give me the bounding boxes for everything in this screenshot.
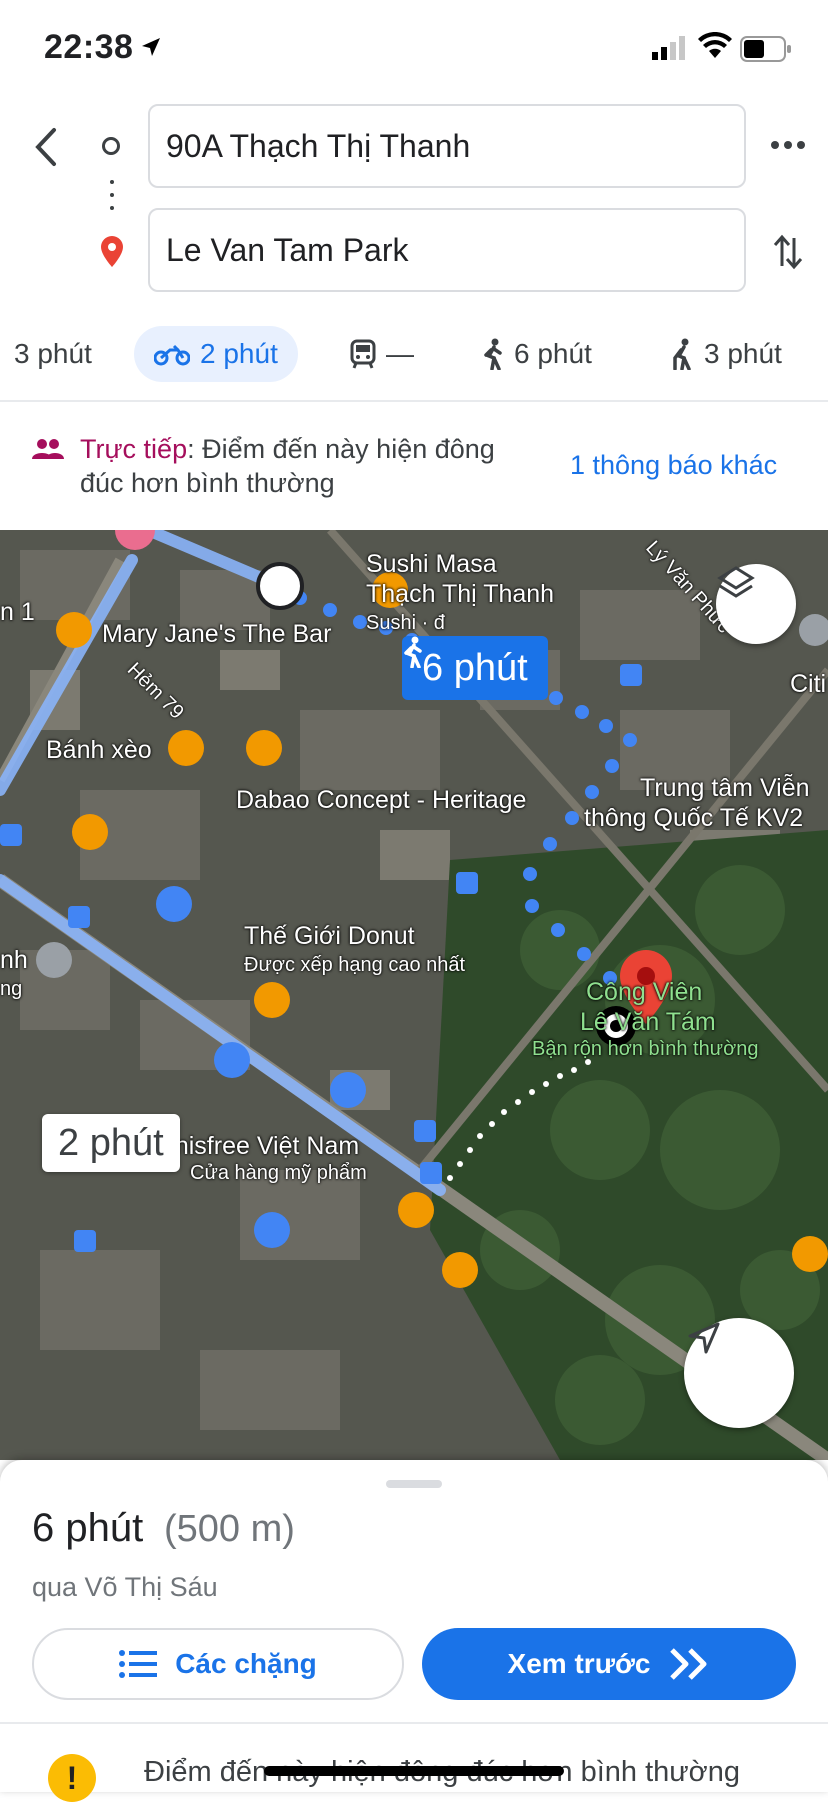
tab-walk-label: 6 phút bbox=[514, 338, 592, 369]
tab-ride[interactable]: 3 phút bbox=[670, 326, 782, 382]
recenter-button[interactable] bbox=[684, 1318, 794, 1428]
poi-label: Citi bbox=[790, 670, 827, 698]
ride-icon bbox=[673, 338, 691, 370]
poi-label: Innisfree Việt Nam bbox=[154, 1132, 360, 1160]
alert-line1: : Điểm đến này hiện đông bbox=[187, 434, 495, 464]
park-busy-label: Bận rộn hơn bình thường bbox=[532, 1038, 759, 1060]
more-notices-link[interactable]: 1 thông báo khác bbox=[570, 450, 777, 481]
back-arrow-icon[interactable] bbox=[28, 122, 68, 172]
alert-message: Trực tiếp: Điểm đến này hiện đông đúc hơ… bbox=[80, 432, 550, 500]
poi-sublabel: Sushi · đ bbox=[366, 612, 445, 634]
route-duration: 6 phút bbox=[32, 1506, 144, 1550]
motorbike-duration-badge[interactable]: 2 phút bbox=[42, 1114, 180, 1172]
tab-motorbike[interactable]: 2 phút bbox=[134, 326, 298, 382]
alert-line2: đúc hơn bình thường bbox=[80, 468, 335, 498]
park-label: Công Viên bbox=[586, 978, 703, 1006]
tab-transit-label: — bbox=[386, 338, 414, 369]
poi-sublabel: Được xếp hạng cao nhất bbox=[244, 954, 466, 976]
poi-label: ng bbox=[0, 978, 23, 1000]
home-indicator[interactable] bbox=[264, 1766, 564, 1776]
route-sheet[interactable]: 6 phút (500 m) qua Võ Thị Sáu Các chặng … bbox=[0, 1460, 828, 1802]
route-distance: (500 m) bbox=[164, 1508, 295, 1550]
layers-button[interactable] bbox=[716, 564, 796, 644]
walk-icon bbox=[404, 636, 422, 668]
tab-transit[interactable]: — bbox=[350, 326, 414, 382]
people-icon bbox=[32, 439, 64, 459]
tab-walk[interactable]: 6 phút bbox=[482, 326, 592, 382]
poi-label: Bánh xèo bbox=[46, 736, 152, 764]
alert-live-label: Trực tiếp bbox=[80, 434, 188, 464]
navigation-arrow-icon bbox=[688, 1322, 720, 1354]
battery-icon bbox=[740, 36, 791, 62]
travel-mode-tabs: 3 phút 2 phút — 6 phút 3 phút bbox=[0, 326, 828, 386]
poi-label: Dabao Concept - Heritage bbox=[236, 786, 527, 814]
poi-label: Sushi Masa bbox=[366, 550, 497, 578]
more-options-icon[interactable] bbox=[770, 140, 806, 150]
cellular-signal-icon bbox=[652, 36, 685, 60]
poi-label: nh bbox=[0, 946, 28, 974]
double-chevron-icon bbox=[670, 1648, 707, 1680]
wifi-icon bbox=[698, 32, 732, 58]
poi-label: Mary Jane's The Bar bbox=[102, 620, 332, 648]
tab-ride-label: 3 phút bbox=[704, 338, 782, 369]
list-icon bbox=[119, 1650, 158, 1678]
location-arrow-icon bbox=[142, 38, 160, 56]
poi-label: Thạch Thị Thanh bbox=[366, 580, 555, 608]
layers-icon bbox=[717, 566, 755, 598]
swap-icon[interactable] bbox=[772, 232, 804, 272]
poi-label: Trung tâm Viễn bbox=[640, 774, 810, 802]
motorbike-icon bbox=[154, 344, 190, 366]
route-dots-icon bbox=[110, 180, 114, 219]
poi-label: thông Quốc Tế KV2 bbox=[584, 804, 804, 832]
tab-motorbike-label: 2 phút bbox=[200, 338, 278, 369]
transit-icon bbox=[350, 339, 376, 369]
origin-circle-icon bbox=[102, 137, 120, 155]
warning-icon: ! bbox=[48, 1754, 96, 1802]
steps-button-label: Các chặng bbox=[175, 1648, 317, 1679]
poi-sublabel: Cửa hàng mỹ phẩm bbox=[190, 1162, 367, 1184]
live-alert[interactable]: Trực tiếp: Điểm đến này hiện đông đúc hơ… bbox=[0, 402, 828, 530]
walk-badge-label: 6 phút bbox=[422, 647, 528, 689]
tab-car[interactable]: 3 phút bbox=[14, 326, 92, 382]
status-bar: 22:38 bbox=[0, 0, 828, 100]
walk-duration-badge[interactable]: 6 phút bbox=[402, 636, 548, 700]
destination-pin-icon bbox=[101, 236, 123, 267]
origin-input[interactable]: 90A Thạch Thị Thanh bbox=[148, 104, 746, 188]
map-view[interactable]: Sushi Masa Thạch Thị Thanh Sushi · đ Mar… bbox=[0, 530, 828, 1460]
status-time: 22:38 bbox=[44, 28, 134, 66]
steps-button[interactable]: Các chặng bbox=[32, 1628, 404, 1700]
tab-car-label: 3 phút bbox=[14, 338, 92, 369]
poi-label: Thế Giới Donut bbox=[244, 922, 415, 950]
destination-input[interactable]: Le Van Tam Park bbox=[148, 208, 746, 292]
poi-label: n 1 bbox=[0, 598, 35, 626]
preview-button-label: Xem trước bbox=[507, 1648, 651, 1679]
route-via: qua Võ Thị Sáu bbox=[32, 1572, 218, 1602]
walk-icon bbox=[484, 338, 502, 370]
drag-handle[interactable] bbox=[386, 1480, 442, 1488]
preview-button[interactable]: Xem trước bbox=[422, 1628, 796, 1700]
divider bbox=[0, 1722, 828, 1724]
park-label: Lê Văn Tám bbox=[580, 1008, 716, 1036]
